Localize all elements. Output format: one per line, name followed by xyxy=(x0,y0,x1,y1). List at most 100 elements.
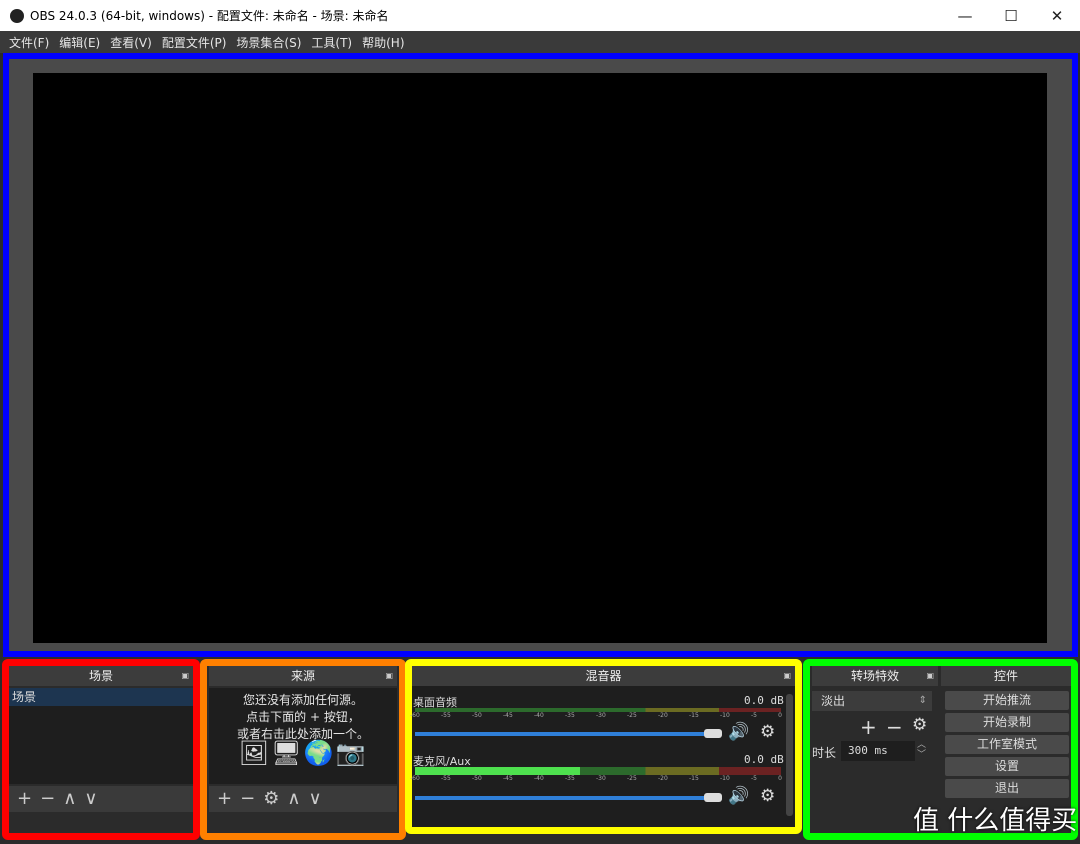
duration-stepper[interactable]: ︿ ﹀ xyxy=(917,740,926,760)
float-icon[interactable]: ▣ xyxy=(783,666,791,686)
meter-tick-label: -50 xyxy=(472,775,482,782)
meter-tick-label: -30 xyxy=(596,712,606,719)
volume-slider[interactable] xyxy=(415,796,707,800)
volume-slider-handle[interactable] xyxy=(704,793,722,802)
meter-tick-label: -30 xyxy=(596,775,606,782)
preview-canvas[interactable] xyxy=(33,73,1047,643)
meter-tick-label: -40 xyxy=(534,775,544,782)
window-title: OBS 24.0.3 (64-bit, windows) - 配置文件: 未命名… xyxy=(30,9,389,23)
meter-tick-label: -40 xyxy=(534,712,544,719)
move-down-icon[interactable]: ∨ xyxy=(309,790,322,808)
camera-icon: 📷 xyxy=(335,739,368,767)
transitions-title: 转场特效 xyxy=(850,669,899,683)
meter-tick-label: -5 xyxy=(751,775,757,782)
controls-header: 控件 xyxy=(941,666,1071,686)
menu-tools[interactable]: 工具(T) xyxy=(311,34,352,51)
audio-level xyxy=(415,767,580,775)
scenes-panel: 场景 ▣ 场景 + − ∧ ∨ xyxy=(9,666,193,833)
meter-tick-label: -35 xyxy=(565,712,575,719)
menu-view[interactable]: 查看(V) xyxy=(110,34,152,51)
meter-tick-label: -25 xyxy=(627,775,637,782)
meter-tick-label: -45 xyxy=(503,712,513,719)
channel-db: 0.0 dB xyxy=(744,753,784,766)
image-icon: 🖼 xyxy=(238,739,272,767)
speaker-icon[interactable]: 🔊 xyxy=(728,722,749,742)
menu-bar: 文件(F) 编辑(E) 查看(V) 配置文件(P) 场景集合(S) 工具(T) … xyxy=(0,31,1080,53)
move-up-icon[interactable]: ∧ xyxy=(63,790,76,808)
meter-tick-label: -60 xyxy=(410,712,420,719)
empty-hint-line: 点击下面的 + 按钮， xyxy=(246,710,360,724)
transitions-header: 转场特效 ▣ xyxy=(812,666,938,686)
sources-title: 来源 xyxy=(290,669,315,683)
controls-title: 控件 xyxy=(993,669,1018,683)
start-streaming-button[interactable]: 开始推流 xyxy=(945,691,1069,710)
remove-transition-icon[interactable]: − xyxy=(886,715,903,739)
studio-mode-button[interactable]: 工作室模式 xyxy=(945,735,1069,754)
remove-scene-icon[interactable]: − xyxy=(40,790,55,808)
meter-tick-label: -35 xyxy=(565,775,575,782)
globe-icon: 🌍 xyxy=(303,739,336,767)
meter-ticks: -60 -55 -50 -45 -40 -35 -30 -25 -20 -15 -10 -5 0 xyxy=(410,712,782,719)
remove-source-icon[interactable]: − xyxy=(240,790,255,808)
sources-list[interactable]: 您还没有添加任何源。 点击下面的 + 按钮， 或者右击此处添加一个。 🖼🖥🌍📷 xyxy=(209,688,397,784)
volume-slider[interactable] xyxy=(415,732,707,736)
maximize-button[interactable]: ☐ xyxy=(988,0,1034,31)
meter-tick-label: -10 xyxy=(720,775,730,782)
add-transition-icon[interactable]: + xyxy=(860,715,877,739)
float-icon[interactable]: ▣ xyxy=(181,666,189,686)
float-icon[interactable]: ▣ xyxy=(385,666,393,686)
move-down-icon[interactable]: ∨ xyxy=(84,790,97,808)
gear-icon[interactable]: ⚙ xyxy=(760,722,775,742)
exit-button[interactable]: 退出 xyxy=(945,779,1069,798)
channel-db: 0.0 dB xyxy=(744,694,784,707)
transition-select[interactable]: 淡出 ⇕ xyxy=(812,691,932,711)
meter-tick-label: -20 xyxy=(658,775,668,782)
menu-help[interactable]: 帮助(H) xyxy=(362,34,404,51)
meter-tick-label: -15 xyxy=(689,775,699,782)
chevron-updown-icon: ⇕ xyxy=(918,695,927,706)
add-scene-icon[interactable]: + xyxy=(17,790,32,808)
scene-list-item[interactable]: 场景 xyxy=(9,688,193,706)
meter-ticks: -60 -55 -50 -45 -40 -35 -30 -25 -20 -15 -10 -5 0 xyxy=(410,775,782,782)
meter-tick-label: 0 xyxy=(778,775,782,782)
sources-panel: 来源 ▣ 您还没有添加任何源。 点击下面的 + 按钮， 或者右击此处添加一个。 🖼… xyxy=(209,666,397,833)
title-bar: OBS 24.0.3 (64-bit, windows) - 配置文件: 未命名… xyxy=(0,0,1080,31)
meter-tick-label: -15 xyxy=(689,712,699,719)
source-properties-icon[interactable]: ⚙ xyxy=(263,790,279,808)
transition-properties-icon[interactable]: ⚙ xyxy=(912,715,927,735)
empty-hint-line: 您还没有添加任何源。 xyxy=(242,693,363,707)
meter-tick-label: -45 xyxy=(503,775,513,782)
meter-tick-label: -55 xyxy=(441,775,451,782)
gear-icon[interactable]: ⚙ xyxy=(760,786,775,806)
meter-tick-label: -55 xyxy=(441,712,451,719)
mixer-scrollbar[interactable] xyxy=(786,694,793,816)
scenes-title: 场景 xyxy=(88,669,113,683)
obs-logo-icon xyxy=(10,8,24,23)
menu-file[interactable]: 文件(F) xyxy=(9,34,49,51)
meter-tick-label: -5 xyxy=(751,712,757,719)
duration-label: 时长 xyxy=(812,746,837,760)
meter-tick-label: -10 xyxy=(720,712,730,719)
watermark-logo: 值 什么值得买 xyxy=(913,806,1078,836)
float-icon[interactable]: ▣ xyxy=(926,666,934,686)
display-icon: 🖥 xyxy=(271,739,304,767)
volume-slider-handle[interactable] xyxy=(704,729,722,738)
minimize-button[interactable]: — xyxy=(942,0,988,31)
audio-meter xyxy=(415,767,781,775)
meter-tick-label: 0 xyxy=(778,712,782,719)
meter-tick-label: -25 xyxy=(627,712,637,719)
menu-scene-collection[interactable]: 场景集合(S) xyxy=(236,34,301,51)
add-source-icon[interactable]: + xyxy=(217,790,232,808)
speaker-icon[interactable]: 🔊 xyxy=(728,786,749,806)
close-button[interactable]: ✕ xyxy=(1034,0,1080,31)
meter-tick-label: -20 xyxy=(658,712,668,719)
transition-selected: 淡出 xyxy=(821,694,846,708)
move-up-icon[interactable]: ∧ xyxy=(287,790,300,808)
start-recording-button[interactable]: 开始录制 xyxy=(945,713,1069,732)
duration-input[interactable]: 300 ms xyxy=(841,741,915,761)
settings-button[interactable]: 设置 xyxy=(945,757,1069,776)
menu-profile[interactable]: 配置文件(P) xyxy=(162,34,227,51)
meter-tick-label: -60 xyxy=(410,775,420,782)
menu-edit[interactable]: 编辑(E) xyxy=(59,34,100,51)
mixer-title: 混音器 xyxy=(585,669,622,683)
